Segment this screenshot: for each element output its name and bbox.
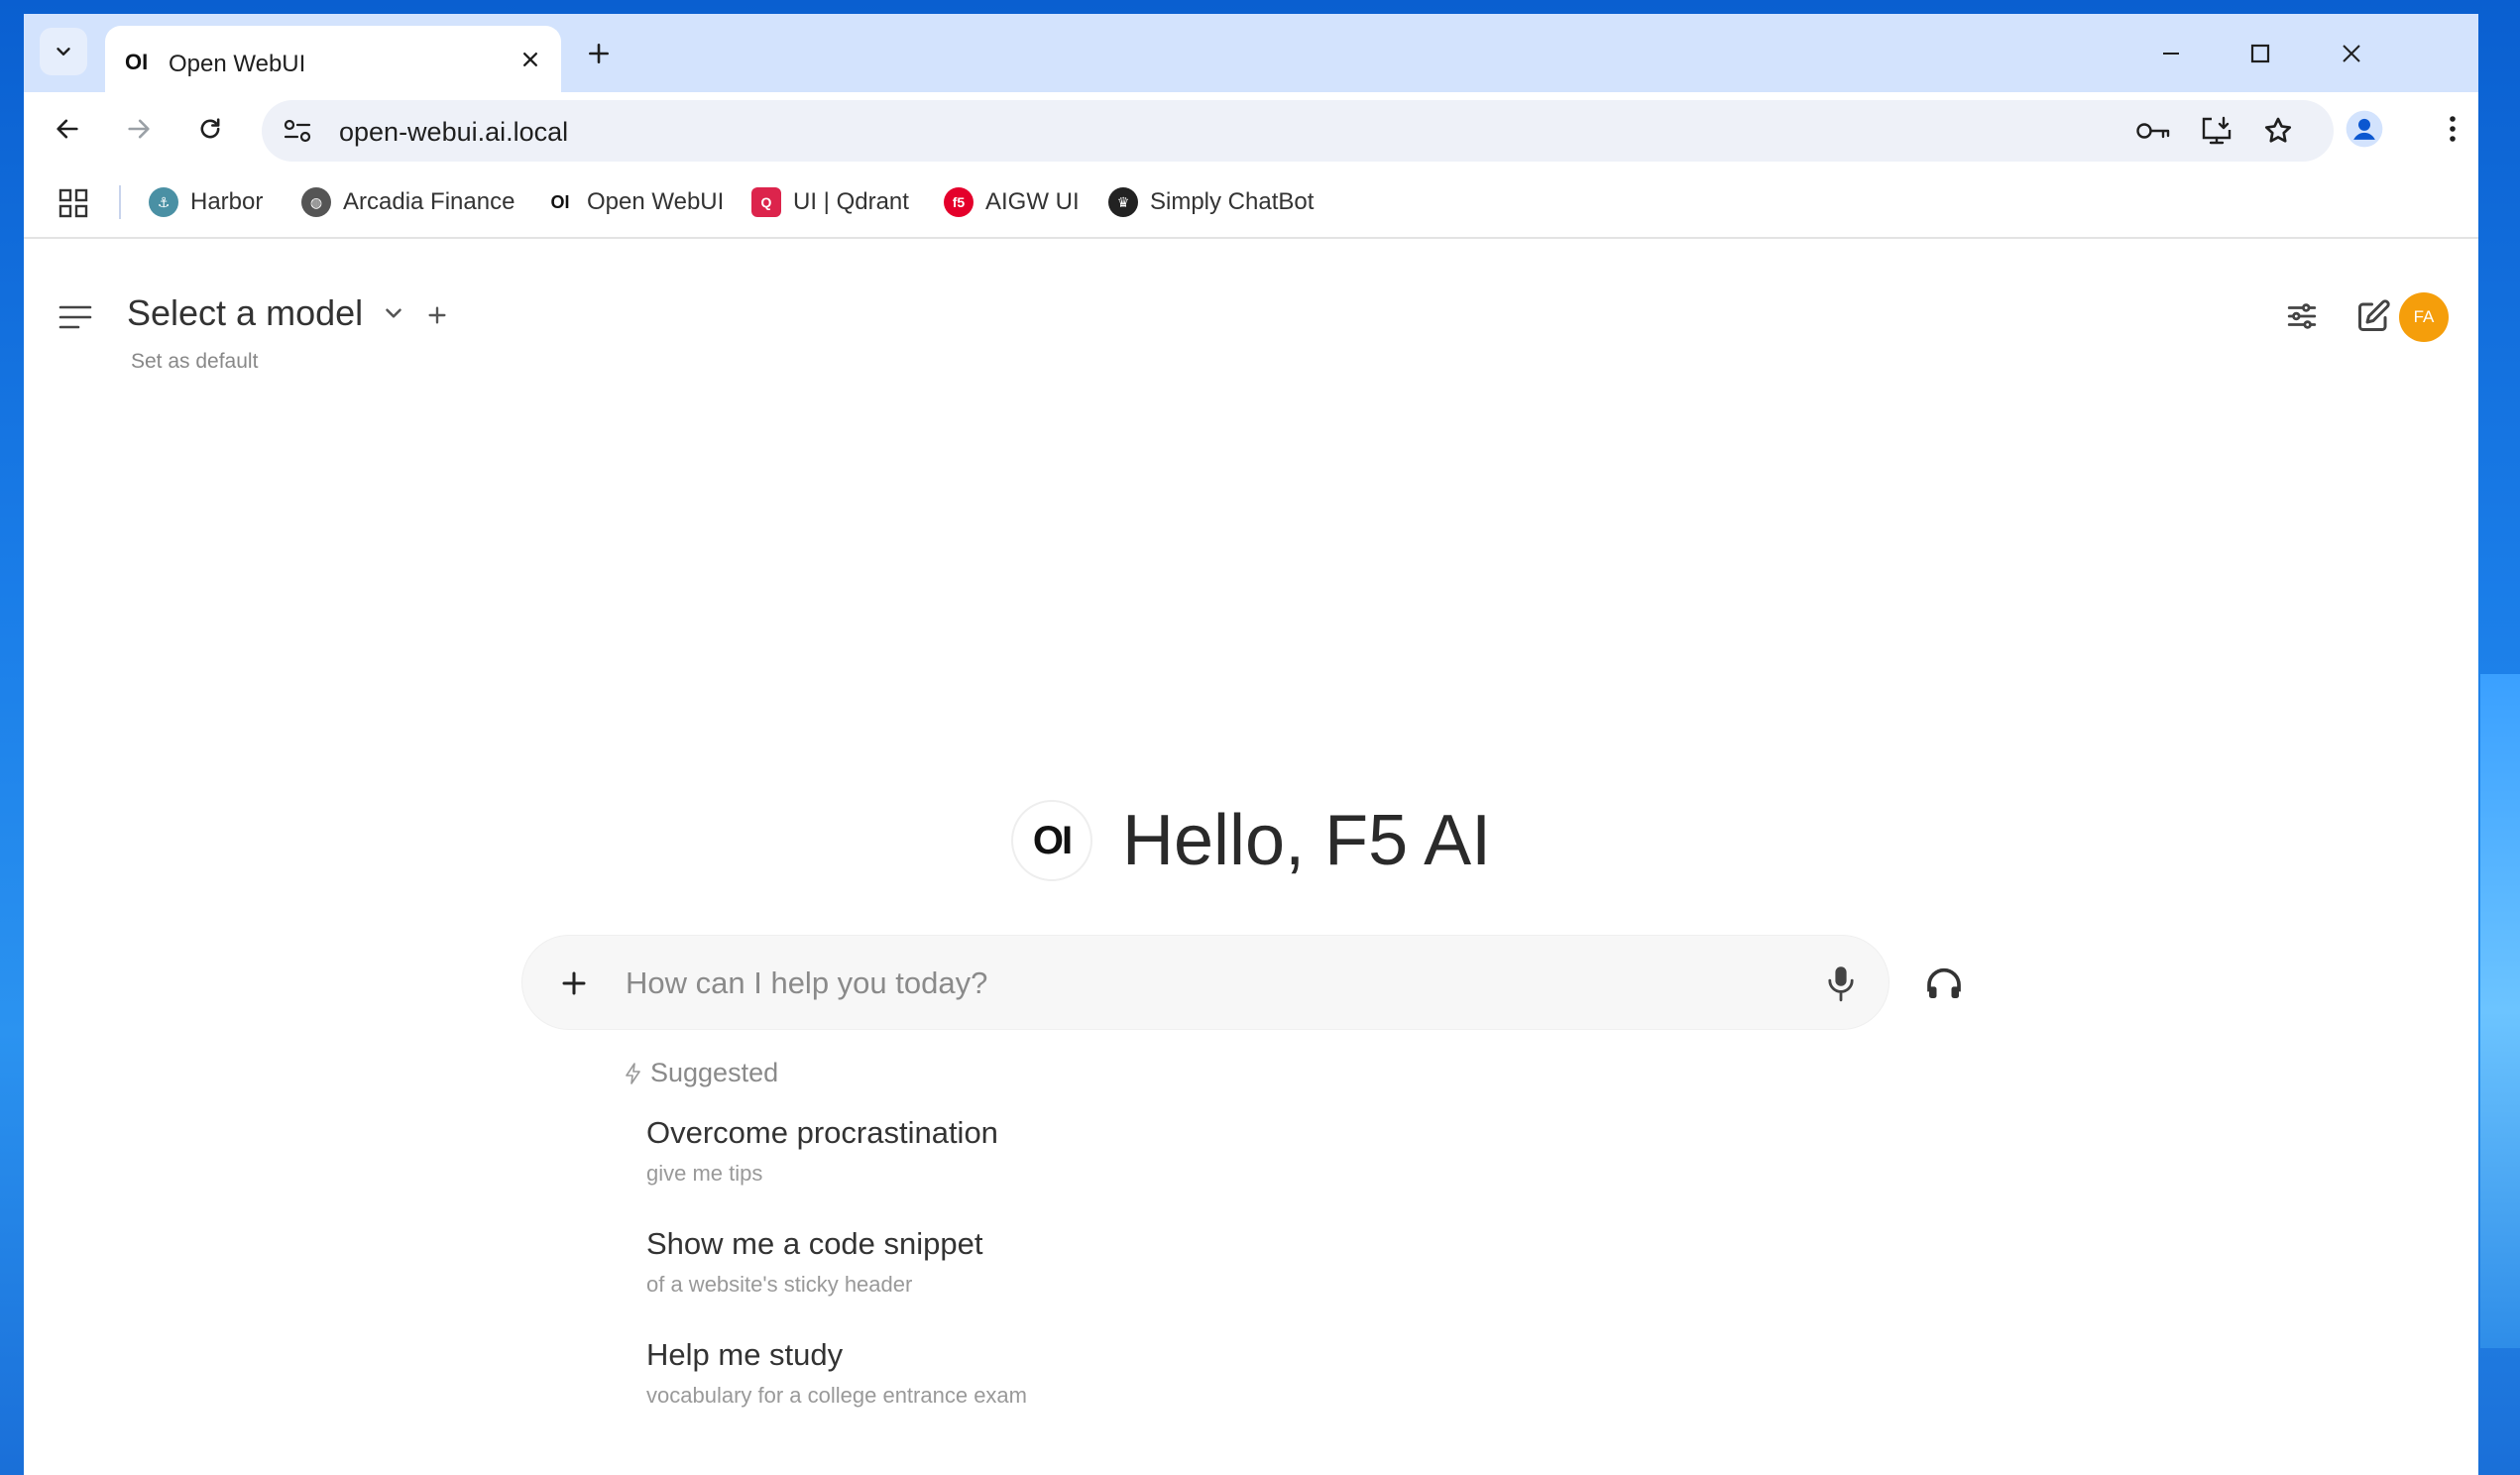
- key-icon: [2136, 123, 2170, 139]
- plus-icon: [428, 306, 446, 324]
- chat-controls-button[interactable]: [2280, 294, 2324, 338]
- bookmark-harbor[interactable]: ⚓ Harbor: [149, 181, 263, 223]
- microphone-icon: [1828, 966, 1854, 1002]
- model-selector[interactable]: Select a model: [127, 292, 406, 334]
- suggestion-item[interactable]: Overcome procrastination give me tips: [646, 1115, 998, 1187]
- install-icon: [2202, 116, 2232, 145]
- bookmark-label: Harbor: [190, 188, 264, 215]
- bookmark-star-button[interactable]: [2258, 113, 2298, 149]
- suggestion-subtitle: give me tips: [646, 1161, 763, 1186]
- arrow-right-icon: [128, 119, 150, 139]
- chat-input-container: [521, 935, 1890, 1030]
- reload-icon: [200, 118, 220, 139]
- plus-icon: [562, 971, 586, 995]
- bolt-icon: [626, 1062, 640, 1084]
- reload-button[interactable]: [186, 105, 234, 153]
- f5-icon: f5: [944, 187, 974, 217]
- bookmark-qdrant[interactable]: Q UI | Qdrant: [751, 181, 909, 223]
- suggestion-subtitle: of a website's sticky header: [646, 1272, 913, 1297]
- bookmark-label: Simply ChatBot: [1150, 188, 1315, 215]
- chevron-down-icon: [57, 48, 70, 56]
- globe-icon: ◍: [301, 187, 331, 217]
- tab-open-webui[interactable]: OI Open WebUI: [105, 26, 561, 92]
- address-bar[interactable]: open-webui.ai.local: [262, 100, 2334, 162]
- greeting-title: Hello, F5 AI: [1122, 801, 1492, 880]
- suggestion-title: Show me a code snippet: [646, 1226, 983, 1261]
- plus-icon: [589, 44, 609, 63]
- apps-grid-button[interactable]: [57, 187, 89, 219]
- suggested-header: Suggested: [625, 1058, 778, 1088]
- bookmark-label: UI | Qdrant: [793, 188, 909, 215]
- close-icon: [523, 53, 537, 66]
- close-window-button[interactable]: [2332, 34, 2371, 73]
- set-as-default-link[interactable]: Set as default: [131, 350, 258, 374]
- page-content: Select a model Set as default FA OI Hell…: [24, 253, 2478, 1475]
- sidebar-toggle-button[interactable]: [57, 302, 97, 336]
- voice-mode-button[interactable]: [1917, 957, 1971, 1010]
- arrow-left-icon: [57, 119, 78, 139]
- openwebui-favicon-icon: OI: [125, 50, 149, 74]
- menu-lines-icon: [58, 305, 92, 329]
- suggested-label: Suggested: [650, 1058, 779, 1087]
- star-icon: [2264, 117, 2292, 143]
- maximize-button[interactable]: [2240, 34, 2280, 73]
- maximize-icon: [2250, 44, 2270, 63]
- bookmarks-bar: ⚓ Harbor ◍ Arcadia Finance OI Open WebUI…: [24, 166, 2478, 239]
- forward-button[interactable]: [115, 105, 163, 153]
- install-app-button[interactable]: [2197, 113, 2236, 149]
- profile-button[interactable]: [2342, 106, 2387, 152]
- tab-strip: OI Open WebUI: [24, 14, 2478, 92]
- bookmark-label: AIGW UI: [985, 188, 1080, 215]
- browser-window: OI Open WebUI open-webui.ai.local ⚓ Harb…: [24, 14, 2478, 1475]
- bookmark-arcadia-finance[interactable]: ◍ Arcadia Finance: [301, 181, 515, 223]
- sliders-icon: [2287, 303, 2317, 329]
- suggestion-item[interactable]: Show me a code snippet of a website's st…: [646, 1226, 983, 1298]
- person-icon: [2346, 110, 2383, 148]
- minimize-icon: [2163, 53, 2179, 55]
- site-settings-icon[interactable]: [280, 114, 315, 148]
- tab-title: Open WebUI: [169, 51, 306, 77]
- pencil-square-icon: [2358, 299, 2390, 331]
- qdrant-icon: Q: [751, 187, 781, 217]
- chevron-down-icon: [386, 308, 401, 318]
- bookmark-aigw-ui[interactable]: f5 AIGW UI: [944, 181, 1080, 223]
- suggestion-subtitle: vocabulary for a college entrance exam: [646, 1383, 1027, 1408]
- voice-input-button[interactable]: [1821, 960, 1861, 1007]
- apps-grid-icon: [58, 188, 88, 218]
- user-avatar[interactable]: FA: [2399, 292, 2449, 342]
- new-tab-button[interactable]: [581, 36, 617, 71]
- bookmark-label: Arcadia Finance: [343, 188, 515, 215]
- password-key-button[interactable]: [2133, 113, 2173, 149]
- back-button[interactable]: [44, 105, 91, 153]
- desktop-background: [2480, 674, 2520, 1348]
- harbor-icon: ⚓: [149, 187, 178, 217]
- bookmarks-separator: [119, 185, 121, 219]
- suggestion-title: Overcome procrastination: [646, 1115, 998, 1150]
- more-vertical-icon: [2450, 116, 2456, 142]
- chat-input[interactable]: [626, 954, 1775, 1013]
- add-model-button[interactable]: [426, 296, 448, 335]
- browser-toolbar: open-webui.ai.local: [24, 92, 2478, 166]
- model-selector-label: Select a model: [127, 292, 364, 333]
- tab-close-button[interactable]: [514, 43, 547, 76]
- tab-search-button[interactable]: [40, 28, 87, 75]
- close-icon: [2343, 45, 2360, 62]
- attach-button[interactable]: [552, 962, 596, 1005]
- new-chat-button[interactable]: [2351, 294, 2395, 338]
- headphones-icon: [1927, 967, 1961, 998]
- bookmark-label: Open WebUI: [587, 188, 725, 215]
- crown-icon: ♛: [1108, 187, 1138, 217]
- url-text[interactable]: open-webui.ai.local: [339, 117, 568, 148]
- bookmark-simply-chatbot[interactable]: ♛ Simply ChatBot: [1108, 181, 1314, 223]
- browser-menu-button[interactable]: [2433, 106, 2472, 152]
- greeting-hero: OI Hello, F5 AI: [1011, 800, 1491, 881]
- suggestion-title: Help me study: [646, 1337, 844, 1372]
- openwebui-icon: OI: [550, 191, 570, 212]
- bookmark-open-webui[interactable]: OI Open WebUI: [545, 181, 724, 223]
- openwebui-logo-icon: OI: [1011, 800, 1092, 881]
- suggestion-item[interactable]: Help me study vocabulary for a college e…: [646, 1337, 1027, 1409]
- minimize-button[interactable]: [2151, 34, 2191, 73]
